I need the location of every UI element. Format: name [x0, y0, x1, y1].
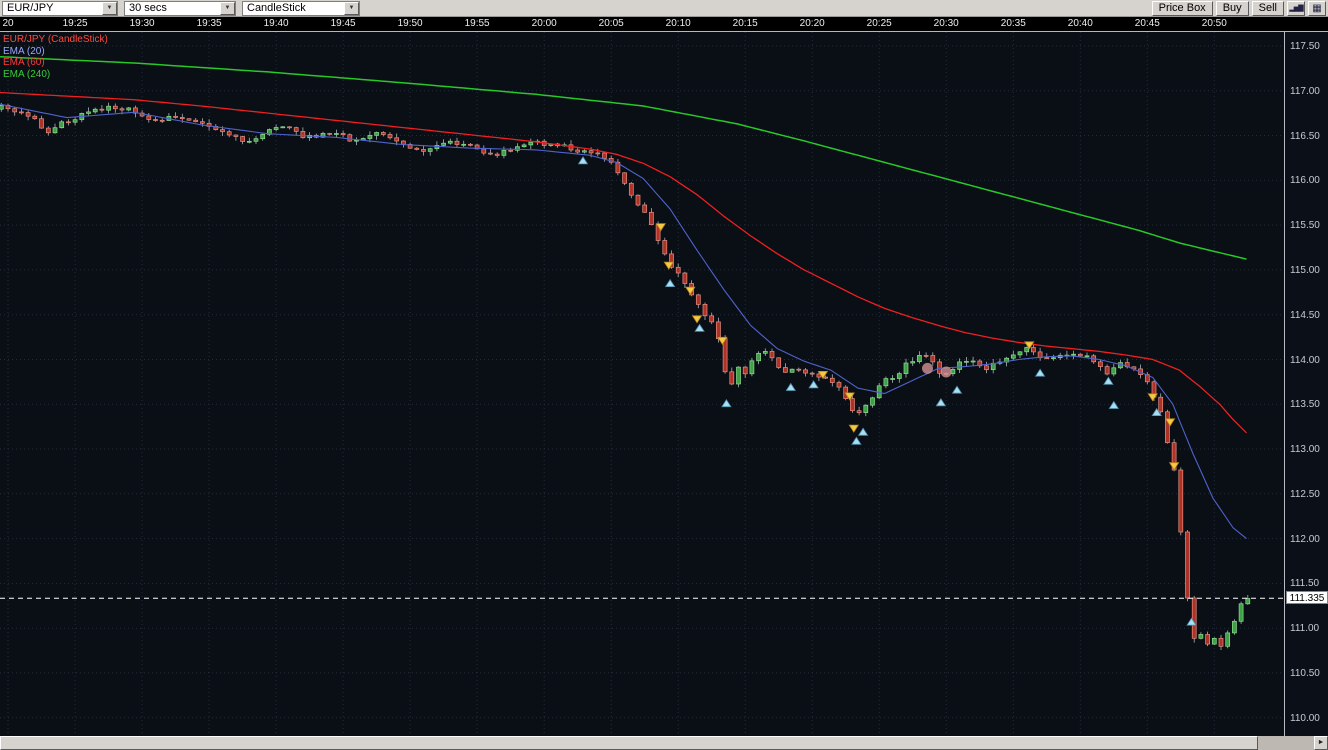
time-axis-label: 19:45 [328, 18, 358, 29]
symbol-select[interactable]: EUR/JPY ▼ [2, 1, 118, 16]
ema-240-line [0, 57, 1247, 259]
buy-marker-icon [859, 428, 868, 435]
sell-marker-icon [849, 425, 858, 432]
price-axis-label: 116.00 [1290, 175, 1320, 186]
time-axis-label: 19:35 [194, 18, 224, 29]
markers-layer [579, 157, 1197, 625]
price-axis-label: 116.50 [1290, 131, 1320, 142]
buy-marker-icon [1109, 402, 1118, 409]
time-axis-label: 20:35 [998, 18, 1028, 29]
buy-marker-icon [666, 280, 675, 287]
ema-60-line [0, 93, 1247, 433]
buy-marker-icon [1036, 369, 1045, 376]
price-axis-label: 114.50 [1290, 310, 1320, 321]
price-axis-label: 117.00 [1290, 86, 1320, 97]
legend-item: EMA (20) [3, 46, 108, 58]
buy-marker-icon [786, 384, 795, 391]
chart-legend: EUR/JPY (CandleStick)EMA (20)EMA (60)EMA… [3, 34, 108, 80]
toolbar: EUR/JPY ▼ 30 secs ▼ CandleStick ▼ Price … [0, 0, 1328, 17]
trade-dot-marker [922, 363, 933, 374]
horizontal-scrollbar[interactable]: ► [0, 736, 1328, 750]
legend-item: EMA (240) [3, 69, 108, 81]
price-chart[interactable] [0, 32, 1284, 736]
chevron-down-icon[interactable]: ▼ [220, 2, 235, 15]
chevron-down-icon[interactable]: ▼ [102, 2, 117, 15]
buy-marker-icon [579, 157, 588, 164]
time-axis-label: 20:50 [1199, 18, 1229, 29]
price-axis-label: 113.50 [1290, 399, 1320, 410]
price-axis-label: 114.00 [1290, 355, 1320, 366]
time-axis-label: 20:25 [864, 18, 894, 29]
grid-layer [0, 32, 1284, 736]
sell-button[interactable]: Sell [1252, 1, 1284, 16]
sell-marker-icon [1170, 463, 1179, 470]
price-axis-label: 110.50 [1290, 668, 1320, 679]
time-axis-label: 19:55 [462, 18, 492, 29]
sell-marker-icon [693, 316, 702, 323]
price-axis-label: 117.50 [1290, 41, 1320, 52]
chart-type-select[interactable]: CandleStick ▼ [242, 1, 360, 16]
price-axis-label: 110.00 [1290, 713, 1320, 724]
legend-item: EMA (60) [3, 57, 108, 69]
scroll-right-icon[interactable]: ► [1314, 736, 1328, 750]
symbol-select-value: EUR/JPY [3, 2, 102, 15]
time-axis-label: 20:20 [797, 18, 827, 29]
buy-marker-icon [953, 386, 962, 393]
buy-button[interactable]: Buy [1216, 1, 1249, 16]
time-axis-label: 20:45 [1132, 18, 1162, 29]
interval-select[interactable]: 30 secs ▼ [124, 1, 236, 16]
price-axis-label: 112.50 [1290, 489, 1320, 500]
buy-marker-icon [809, 381, 818, 388]
interval-select-value: 30 secs [125, 2, 220, 15]
buy-marker-icon [1104, 377, 1113, 384]
trading-app: EUR/JPY ▼ 30 secs ▼ CandleStick ▼ Price … [0, 0, 1328, 750]
time-axis-label: 20 [0, 18, 23, 29]
price-box-button[interactable]: Price Box [1152, 1, 1213, 16]
time-axis-label: 19:25 [60, 18, 90, 29]
time-axis: 20 19:25 19:30 19:35 19:40 19:45 19:50 19:55 20:… [0, 17, 1328, 32]
trade-dot-marker [941, 367, 952, 378]
time-axis-label: 20:00 [529, 18, 559, 29]
price-axis-label: 115.00 [1290, 265, 1320, 276]
buy-marker-icon [722, 400, 731, 407]
chart-type-select-value: CandleStick [243, 2, 344, 15]
price-axis-label: 111.00 [1290, 623, 1319, 634]
chart-area: EUR/JPY (CandleStick)EMA (20)EMA (60)EMA… [0, 32, 1328, 736]
current-price-badge: 111.335 [1286, 591, 1328, 604]
time-axis-label: 19:50 [395, 18, 425, 29]
ema-layer [0, 57, 1247, 539]
time-axis-label: 20:30 [931, 18, 961, 29]
price-axis-label: 111.50 [1290, 578, 1319, 589]
time-axis-label: 20:10 [663, 18, 693, 29]
buy-marker-icon [695, 324, 704, 331]
price-axis-label: 112.00 [1290, 534, 1320, 545]
time-axis-label: 19:40 [261, 18, 291, 29]
ema-20-line [0, 104, 1247, 538]
time-axis-label: 20:40 [1065, 18, 1095, 29]
buy-marker-icon [852, 437, 861, 444]
time-axis-label: 20:15 [730, 18, 760, 29]
chevron-down-icon[interactable]: ▼ [344, 2, 359, 15]
candles-layer [0, 103, 1250, 650]
time-axis-label: 20:05 [596, 18, 626, 29]
buy-marker-icon [936, 399, 945, 406]
price-axis-label: 113.00 [1290, 444, 1320, 455]
grid-icon[interactable]: ▦ [1308, 1, 1326, 16]
legend-item: EUR/JPY (CandleStick) [3, 34, 108, 46]
time-axis-label: 19:30 [127, 18, 157, 29]
scrollbar-thumb[interactable] [0, 736, 1258, 750]
price-axis-label: 115.50 [1290, 220, 1320, 231]
bar-chart-icon[interactable]: ▂▅▇ [1287, 1, 1305, 16]
price-axis[interactable]: 117.50 117.00 116.50 116.00 115.50 115.00 114.… [1284, 32, 1328, 736]
